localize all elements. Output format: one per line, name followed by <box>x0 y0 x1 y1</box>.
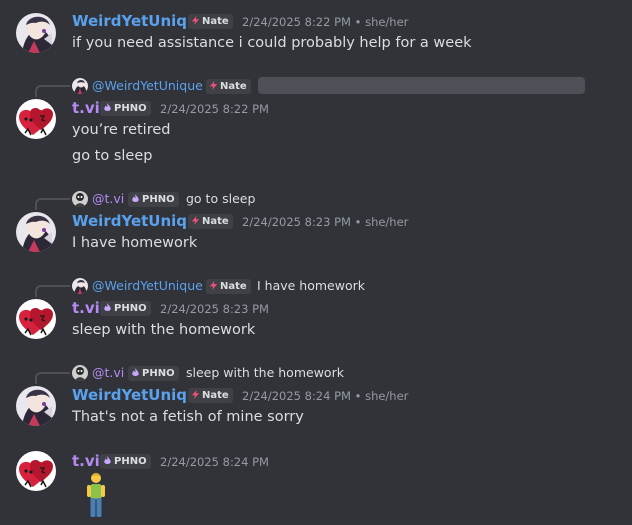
timestamp[interactable]: 2/24/2025 8:24 PM • she/her <box>242 389 408 403</box>
guild-tag-phno[interactable]: PHNO <box>100 301 151 316</box>
reply-username[interactable]: @WeirdYetUnique <box>92 78 203 93</box>
message-text: you’re retired <box>72 122 171 138</box>
tag-label: PHNO <box>114 103 147 114</box>
flame-icon <box>131 368 140 377</box>
reply-avatar[interactable] <box>72 191 88 207</box>
avatar-tvi[interactable] <box>16 299 56 339</box>
username[interactable]: t.vi <box>72 99 100 117</box>
reply-username[interactable]: @WeirdYetUnique <box>92 278 203 293</box>
timestamp[interactable]: 2/24/2025 8:24 PM <box>160 455 269 469</box>
separator: • <box>354 215 362 229</box>
lightning-icon <box>191 16 200 25</box>
lightning-icon <box>209 281 218 290</box>
lightning-icon <box>209 81 218 90</box>
avatar-tvi[interactable] <box>16 451 56 491</box>
timestamp[interactable]: 2/24/2025 8:22 PM • she/her <box>242 15 408 29</box>
guild-tag-nate[interactable]: Nate <box>188 14 233 29</box>
timestamp[interactable]: 2/24/2025 8:23 PM <box>160 302 269 316</box>
tag-label: PHNO <box>142 368 175 379</box>
reply-guild-tag-nate[interactable]: Nate <box>206 279 251 294</box>
pronouns: she/her <box>365 15 409 29</box>
reply-guild-tag-nate[interactable]: Nate <box>206 79 251 94</box>
tag-label: PHNO <box>114 456 147 467</box>
tag-label: Nate <box>202 216 229 227</box>
reply-avatar[interactable] <box>72 278 88 294</box>
tag-label: Nate <box>220 81 247 92</box>
timestamp[interactable]: 2/24/2025 8:22 PM <box>160 102 269 116</box>
reply-username[interactable]: @t.vi <box>92 191 124 206</box>
tag-label: Nate <box>202 390 229 401</box>
guild-tag-phno[interactable]: PHNO <box>100 454 151 469</box>
reply-connector <box>35 372 70 384</box>
reply-guild-tag-phno[interactable]: PHNO <box>128 192 179 207</box>
redacted-reply-text <box>258 77 585 94</box>
username[interactable]: t.vi <box>72 299 100 317</box>
flame-icon <box>103 303 112 312</box>
guild-tag-phno[interactable]: PHNO <box>100 101 151 116</box>
flame-icon <box>103 103 112 112</box>
message-text: That's not a fetish of mine sorry <box>72 409 304 425</box>
avatar-weirdyetunique[interactable] <box>16 212 56 252</box>
separator: • <box>354 15 362 29</box>
tag-label: PHNO <box>142 194 175 205</box>
reply-avatar[interactable] <box>72 78 88 94</box>
avatar-weirdyetunique[interactable] <box>16 386 56 426</box>
avatar-weirdyetunique[interactable] <box>16 13 56 53</box>
separator: • <box>354 389 362 403</box>
tag-label: PHNO <box>114 303 147 314</box>
reply-connector <box>35 285 70 297</box>
standing-person-emoji[interactable] <box>84 473 108 519</box>
message-text: if you need assistance i could probably … <box>72 35 472 51</box>
guild-tag-nate[interactable]: Nate <box>188 214 233 229</box>
pronouns: she/her <box>365 389 409 403</box>
timestamp-text: 2/24/2025 8:23 PM <box>242 215 351 229</box>
timestamp-text: 2/24/2025 8:24 PM <box>242 389 351 403</box>
reply-guild-tag-phno[interactable]: PHNO <box>128 366 179 381</box>
username[interactable]: t.vi <box>72 452 100 470</box>
reply-connector <box>35 198 70 210</box>
guild-tag-nate[interactable]: Nate <box>188 388 233 403</box>
reply-preview-text[interactable]: go to sleep <box>186 191 255 206</box>
timestamp-text: 2/24/2025 8:22 PM <box>242 15 351 29</box>
lightning-icon <box>191 216 200 225</box>
reply-avatar[interactable] <box>72 365 88 381</box>
tag-label: Nate <box>202 16 229 27</box>
flame-icon <box>103 456 112 465</box>
message-text: go to sleep <box>72 148 153 164</box>
message-text: sleep with the homework <box>72 322 256 338</box>
reply-preview-text[interactable]: sleep with the homework <box>186 365 344 380</box>
message-text: I have homework <box>72 235 198 251</box>
timestamp[interactable]: 2/24/2025 8:23 PM • she/her <box>242 215 408 229</box>
avatar-tvi[interactable] <box>16 99 56 139</box>
reply-connector <box>35 85 70 97</box>
lightning-icon <box>191 390 200 399</box>
reply-username[interactable]: @t.vi <box>92 365 124 380</box>
tag-label: Nate <box>220 281 247 292</box>
pronouns: she/her <box>365 215 409 229</box>
flame-icon <box>131 194 140 203</box>
reply-preview-text[interactable]: I have homework <box>257 278 365 293</box>
